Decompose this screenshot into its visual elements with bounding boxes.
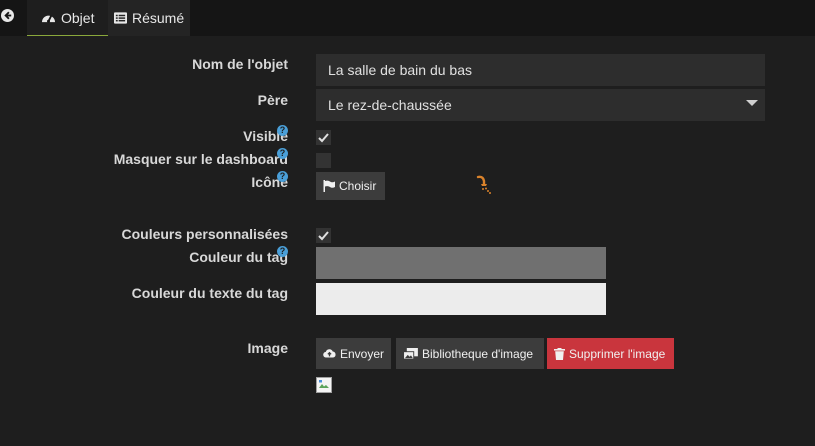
help-icon: ?: [277, 125, 288, 136]
upload-button[interactable]: Envoyer: [316, 338, 391, 369]
parent-select[interactable]: Le rez-de-chaussée: [316, 89, 765, 121]
shower-icon: [476, 175, 491, 194]
parent-label: Père: [257, 92, 288, 108]
caret-down-icon: [746, 100, 758, 106]
choose-icon-button-label: Choisir: [339, 179, 377, 193]
trash-icon: [554, 347, 565, 360]
help-icon: ?: [277, 148, 288, 159]
hide-dashboard-checkbox[interactable]: [316, 153, 331, 168]
images-icon: [403, 347, 418, 360]
tab-resume-label: Résumé: [132, 10, 185, 26]
checkmark-icon: [318, 231, 329, 241]
back-button[interactable]: [0, 7, 14, 23]
choose-icon-button[interactable]: Choisir: [316, 172, 385, 200]
tag-text-color-label: Couleur du texte du tag: [131, 285, 288, 301]
flag-icon: [323, 180, 335, 192]
custom-colors-checkbox[interactable]: [316, 228, 331, 243]
tab-objet[interactable]: Objet: [27, 0, 108, 36]
tag-color-picker[interactable]: [316, 247, 606, 279]
delete-image-button-label: Supprimer l'image: [569, 346, 666, 361]
tag-text-color-picker[interactable]: [316, 283, 606, 315]
image-label: Image: [247, 340, 288, 356]
delete-image-button[interactable]: Supprimer l'image: [547, 338, 674, 369]
help-icon: ?: [277, 171, 288, 182]
cloud-upload-icon: [323, 349, 336, 358]
tab-resume[interactable]: Résumé: [108, 0, 190, 36]
tab-bar: Objet Résumé: [0, 0, 815, 36]
help-icon: ?: [277, 246, 288, 257]
broken-image-icon: [316, 377, 332, 393]
custom-colors-label: Couleurs personnalisées: [121, 226, 288, 242]
image-library-button-label: Bibliotheque d'image: [422, 346, 534, 361]
hide-dashboard-label: Masquer sur le dashboard: [113, 151, 288, 167]
tag-color-label: Couleur du tag: [189, 249, 288, 265]
checkmark-icon: [318, 133, 329, 143]
tab-objet-label: Objet: [61, 9, 95, 26]
visible-checkbox[interactable]: [316, 130, 331, 145]
list-icon: [114, 12, 127, 24]
image-library-button[interactable]: Bibliotheque d'image: [396, 338, 544, 369]
name-label: Nom de l'objet: [192, 56, 288, 72]
upload-button-label: Envoyer: [339, 346, 384, 361]
dashboard-icon: [42, 15, 55, 23]
parent-select-value: Le rez-de-chaussée: [328, 97, 452, 113]
object-name-input[interactable]: [316, 54, 765, 86]
arrow-left-circle-icon: [0, 8, 14, 22]
